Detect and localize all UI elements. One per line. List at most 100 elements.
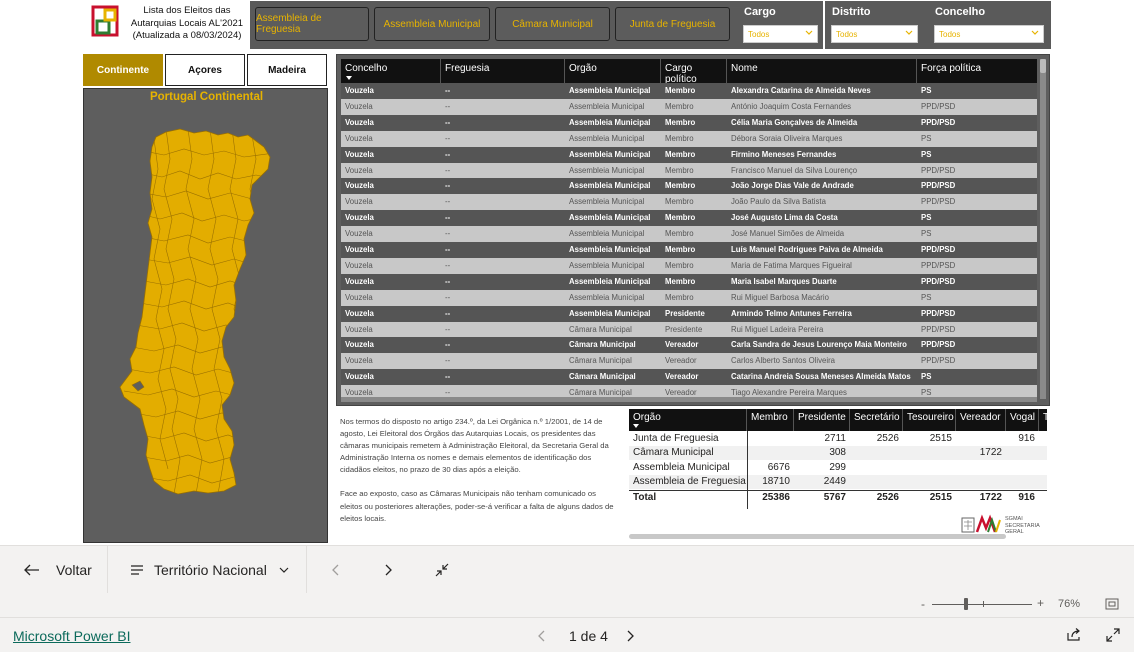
junta-freguesia-button[interactable]: Junta de Freguesia: [615, 7, 730, 41]
summary-horizontal-scrollbar[interactable]: [629, 534, 1006, 539]
previous-page-button[interactable]: [326, 560, 346, 580]
camara-municipal-button[interactable]: Câmara Municipal: [495, 7, 610, 41]
column-header-label: Concelho: [345, 63, 388, 74]
column-header-forca-politica[interactable]: Força política: [917, 59, 1037, 83]
summary-header-secretario[interactable]: Secretário: [850, 409, 903, 431]
distrito-dropdown[interactable]: Todos: [831, 25, 918, 43]
table-row[interactable]: Vouzela -- Assembleia Municipal Membro João …: [341, 194, 1037, 211]
cell-concelho: Vouzela: [345, 165, 373, 175]
summary-header-vogal[interactable]: Vogal: [1006, 409, 1039, 431]
table-row[interactable]: Vouzela -- Assembleia Municipal Membro Maria…: [341, 257, 1037, 274]
summary-cell-vereador: [956, 432, 1002, 446]
summary-header-membro[interactable]: Membro: [747, 409, 794, 431]
zoom-out-button[interactable]: -: [921, 597, 925, 611]
summary-cell-membro: 25386: [762, 492, 790, 504]
assembleia-freguesia-button[interactable]: Assembleia de Freguesia: [255, 7, 369, 41]
summary-row[interactable]: Assembleia de Freguesia 18710 2449 2: [629, 474, 1047, 489]
footer-next-page-button[interactable]: [626, 629, 634, 647]
summary-row[interactable]: Assembleia Municipal 6676 299: [629, 461, 1047, 475]
cell-forca-politica: PS: [921, 86, 932, 95]
table-row[interactable]: Vouzela -- Assembleia Municipal Presidente A…: [341, 305, 1037, 322]
vertical-scrollbar[interactable]: [1040, 59, 1046, 399]
cell-cargo: Membro: [665, 197, 694, 207]
summary-cell-orgao: Câmara Municipal: [633, 447, 714, 459]
cell-forca-politica: PPD/PSD: [921, 356, 956, 366]
report-navigation-bar: Voltar Território Nacional: [0, 545, 1134, 594]
table-row[interactable]: Vouzela -- Assembleia Municipal Membro João …: [341, 178, 1037, 195]
cell-nome: Alexandra Catarina de Almeida Neves: [731, 86, 871, 95]
table-row[interactable]: Vouzela -- Assembleia Municipal Membro Maria…: [341, 273, 1037, 290]
table-row[interactable]: Vouzela -- Assembleia Municipal Membro Débor…: [341, 130, 1037, 147]
table-row[interactable]: Vouzela -- Assembleia Municipal Membro José …: [341, 226, 1037, 243]
table-row[interactable]: Vouzela -- Câmara Municipal Vereador Carla S…: [341, 337, 1037, 354]
summary-header-orgao[interactable]: Orgão: [629, 409, 747, 431]
collapse-button[interactable]: [432, 560, 452, 580]
zoom-slider-track[interactable]: [932, 604, 1032, 605]
cell-orgao: Assembleia Municipal: [569, 86, 651, 95]
summary-cell-membro: 6676: [767, 461, 790, 473]
horizontal-scrollbar[interactable]: [341, 397, 1037, 402]
report-title-line-3: (Atualizada a 08/03/2024): [132, 30, 242, 41]
fullscreen-icon[interactable]: [1106, 628, 1120, 642]
table-row[interactable]: Vouzela -- Câmara Municipal Vereador Catarin…: [341, 369, 1037, 386]
table-row[interactable]: Vouzela -- Assembleia Municipal Membro José …: [341, 210, 1037, 227]
concelho-dropdown[interactable]: Todos: [934, 25, 1044, 43]
back-button[interactable]: Voltar: [24, 560, 92, 580]
next-page-button[interactable]: [378, 560, 398, 580]
table-row[interactable]: Vouzela -- Câmara Municipal Vereador Carlos …: [341, 353, 1037, 370]
zoom-percent: 76%: [1058, 598, 1081, 610]
footer-previous-page-button[interactable]: [538, 629, 546, 647]
cell-cargo: Membro: [665, 86, 696, 95]
cell-freguesia: --: [445, 245, 451, 254]
zoom-slider-thumb[interactable]: [964, 598, 968, 610]
table-row[interactable]: Vouzela -- Câmara Municipal Presidente Rui M…: [341, 321, 1037, 338]
cell-nome: João Paulo da Silva Batista: [731, 197, 826, 207]
summary-row[interactable]: Câmara Municipal 308 1722: [629, 446, 1047, 461]
column-header-orgao[interactable]: Orgão: [565, 59, 661, 83]
tab-continente[interactable]: Continente: [83, 54, 163, 86]
cell-orgao: Assembleia Municipal: [569, 101, 645, 111]
cell-freguesia: --: [445, 101, 451, 111]
portugal-continental-map[interactable]: [84, 89, 329, 544]
column-header-freguesia[interactable]: Freguesia: [441, 59, 565, 83]
table-row[interactable]: Vouzela -- Assembleia Municipal Membro Antón…: [341, 98, 1037, 115]
tab-acores[interactable]: Açores: [165, 54, 245, 86]
summary-total-row[interactable]: Total 25386 5767 2526 2515 1722 916 3: [629, 490, 1047, 504]
zoom-in-button[interactable]: +: [1037, 596, 1044, 610]
power-bi-link[interactable]: Microsoft Power BI: [13, 628, 130, 644]
cell-nome: Débora Soraia Oliveira Marques: [731, 133, 843, 143]
summary-header-tesoureiro[interactable]: Tesoureiro: [903, 409, 956, 431]
table-row[interactable]: Vouzela -- Assembleia Municipal Membro Firmi…: [341, 146, 1037, 163]
cargo-dropdown[interactable]: Todos: [743, 25, 818, 43]
summary-header-total[interactable]: T: [1039, 409, 1047, 431]
share-icon[interactable]: [1066, 628, 1082, 642]
tab-madeira[interactable]: Madeira: [247, 54, 327, 86]
table-row[interactable]: Vouzela -- Assembleia Municipal Membro Célia…: [341, 114, 1037, 131]
cell-forca-politica: PPD/PSD: [921, 260, 956, 270]
cell-forca-politica: PPD/PSD: [921, 276, 956, 286]
orgao-button-bar: Assembleia de Freguesia Assembleia Munic…: [250, 1, 823, 49]
table-row[interactable]: Vouzela -- Assembleia Municipal Membro Rui M…: [341, 289, 1037, 306]
cell-freguesia: --: [445, 133, 451, 143]
column-header-concelho[interactable]: Concelho: [341, 59, 441, 83]
table-row[interactable]: Vouzela -- Assembleia Municipal Membro Luís …: [341, 242, 1037, 258]
cell-freguesia: --: [445, 197, 451, 207]
summary-header-vereador[interactable]: Vereador: [956, 409, 1006, 431]
pages-dropdown[interactable]: Território Nacional: [130, 560, 289, 580]
fit-to-page-icon[interactable]: [1105, 598, 1119, 610]
table-row[interactable]: Vouzela -- Assembleia Municipal Membro Franc…: [341, 162, 1037, 179]
table-row[interactable]: Vouzela -- Assembleia Municipal Membro Alexa…: [341, 83, 1037, 99]
assembleia-municipal-button[interactable]: Assembleia Municipal: [374, 7, 490, 41]
chevron-right-icon: [385, 564, 392, 576]
cell-concelho: Vouzela: [345, 372, 374, 382]
cell-freguesia: --: [445, 260, 451, 270]
column-header-nome[interactable]: Nome: [727, 59, 917, 83]
cell-forca-politica: PS: [921, 372, 932, 382]
collapse-icon: [435, 563, 449, 577]
column-header-cargo[interactable]: Cargo político: [661, 59, 727, 85]
summary-header-presidente[interactable]: Presidente: [794, 409, 850, 431]
cell-cargo: Membro: [665, 276, 696, 286]
summary-row[interactable]: Junta de Freguesia 2711 2526 2515 916: [629, 432, 1047, 446]
zoom-bar: - + 76%: [0, 593, 1134, 617]
scrollbar-thumb[interactable]: [1040, 59, 1046, 73]
